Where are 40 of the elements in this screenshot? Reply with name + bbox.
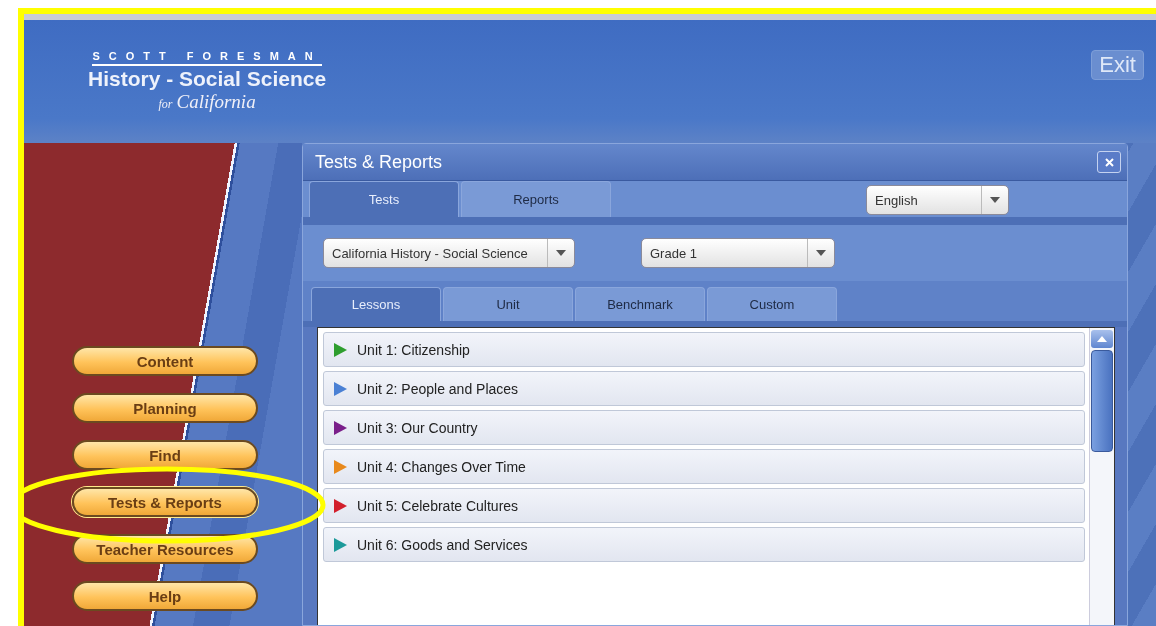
logo-subtitle-prefix: for bbox=[158, 97, 173, 112]
logo-subtitle: California bbox=[176, 91, 256, 113]
grade-dropdown[interactable]: Grade 1 bbox=[641, 238, 835, 268]
tab[interactable]: Custom bbox=[707, 287, 837, 321]
tab[interactable]: Benchmark bbox=[575, 287, 705, 321]
nav-button[interactable]: Find bbox=[72, 440, 258, 470]
language-dropdown[interactable]: English bbox=[866, 185, 1009, 215]
nav-button[interactable]: Planning bbox=[72, 393, 258, 423]
dialog-title: Tests & Reports bbox=[315, 151, 443, 173]
scroll-thumb[interactable] bbox=[1091, 350, 1113, 452]
logo-title: History - Social Science bbox=[88, 67, 327, 91]
unit-row[interactable]: Unit 4: Changes Over Time bbox=[323, 449, 1085, 484]
logo-brand: SCOTT FORESMAN bbox=[92, 50, 322, 66]
tab[interactable]: Reports bbox=[461, 181, 611, 217]
close-icon bbox=[1104, 157, 1114, 167]
unit-row[interactable]: Unit 2: People and Places bbox=[323, 371, 1085, 406]
unit-row[interactable]: Unit 1: Citizenship bbox=[323, 332, 1085, 367]
caret-icon bbox=[990, 197, 1000, 203]
unit-label: Unit 2: People and Places bbox=[357, 380, 519, 397]
nav-button[interactable]: Tests & Reports bbox=[72, 487, 258, 517]
scrollbar[interactable] bbox=[1089, 328, 1114, 625]
tab[interactable]: Lessons bbox=[311, 287, 441, 321]
unit-row[interactable]: Unit 3: Our Country bbox=[323, 410, 1085, 445]
unit-label: Unit 5: Celebrate Cultures bbox=[357, 497, 519, 514]
unit-label: Unit 6: Goods and Services bbox=[357, 536, 528, 553]
close-button[interactable] bbox=[1097, 151, 1121, 173]
caret-icon bbox=[816, 250, 826, 256]
unit-label: Unit 1: Citizenship bbox=[357, 341, 470, 358]
tab[interactable]: Unit bbox=[443, 287, 573, 321]
nav-button[interactable]: Help bbox=[72, 581, 258, 611]
unit-row[interactable]: Unit 6: Goods and Services bbox=[323, 527, 1085, 562]
unit-label: Unit 3: Our Country bbox=[357, 419, 478, 436]
up-arrow-icon bbox=[1097, 336, 1107, 342]
subject-dropdown[interactable]: California History - Social Science bbox=[323, 238, 575, 268]
unit-row[interactable]: Unit 5: Celebrate Cultures bbox=[323, 488, 1085, 523]
tab[interactable]: Tests bbox=[309, 181, 459, 217]
nav-button[interactable]: Content bbox=[72, 346, 258, 376]
unit-label: Unit 4: Changes Over Time bbox=[357, 458, 526, 475]
scroll-up-button[interactable] bbox=[1091, 330, 1113, 348]
caret-icon bbox=[556, 250, 566, 256]
